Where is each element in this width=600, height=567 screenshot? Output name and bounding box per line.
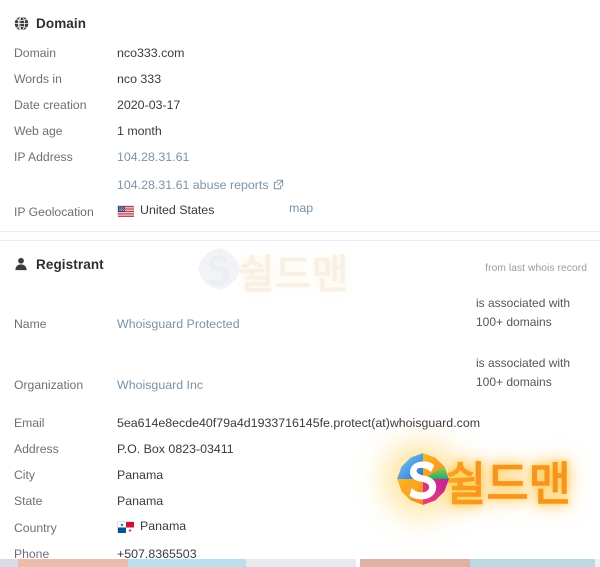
external-link-icon[interactable] [273,179,284,193]
row-value-email: 5ea614e8ecde40f79a4d1933716145fe.protect… [117,416,481,430]
row-value-abuse-reports: 104.28.31.61 abuse reports [117,174,284,193]
domain-card-title: Domain [36,16,87,31]
row-value-geolocation: United States [117,201,214,217]
row-label: Organization [14,378,84,392]
whois-report-page: Domain Domain nco333.com Words in nco 33… [0,0,600,567]
abuse-reports-row: 104.28.31.61 abuse reports [0,174,600,197]
table-row: Organization Whoisguard Inc [0,374,600,412]
domain-rows: Domain nco333.com Words in nco 333 Date … [0,42,600,227]
table-row: Date creation 2020-03-17 [0,94,600,120]
registrant-name-link[interactable]: Whoisguard Protected [117,317,240,331]
user-icon [14,257,29,272]
table-row: State Panama [0,490,600,516]
row-label: IP Address [14,150,73,164]
strip-segment [18,559,128,567]
registrant-organization-link[interactable]: Whoisguard Inc [117,378,203,392]
row-value-web-age: 1 month [117,124,162,138]
strip-segment [360,559,470,567]
table-row: Web age 1 month [0,120,600,146]
strip-segment [0,559,18,567]
country-name: Panama [140,519,187,533]
row-label: Address [14,442,59,456]
row-value-domain: nco333.com [117,46,185,60]
table-row: Name Whoisguard Protected [0,313,600,374]
row-label: Date creation [14,98,87,112]
row-value-name: Whoisguard Protected [117,313,240,331]
registrant-card-title: Registrant [36,257,104,272]
bottom-color-strip [0,559,600,567]
map-link[interactable]: map [289,201,313,215]
panama-flag-icon [117,520,134,533]
row-value-city: Panama [117,468,164,482]
strip-segment [128,559,246,567]
table-row: City Panama [0,464,600,490]
row-label: Email [14,416,45,430]
ip-geolocation-row: IP Geolocation United States map [0,201,600,227]
table-row: Address P.O. Box 0823-03411 [0,438,600,464]
globe-icon [14,16,29,31]
registrant-card: Registrant from last whois record is ass… [0,240,600,567]
ip-address-link[interactable]: 104.28.31.61 [117,150,189,164]
row-value-words-in: nco 333 [117,72,162,86]
row-label: IP Geolocation [14,205,94,219]
table-row: IP Address 104.28.31.61 [0,146,600,172]
row-label: Name [14,317,47,331]
row-label: Domain [14,46,56,60]
row-value-state: Panama [117,494,164,508]
geolocation-country: United States [140,203,215,217]
strip-segment [595,559,600,567]
domain-card-header: Domain [0,0,600,34]
row-label-spacer [14,174,117,178]
strip-segment [470,559,595,567]
row-label: State [14,494,43,508]
table-row: Words in nco 333 [0,68,600,94]
registrant-rows: Name Whoisguard Protected Organization W… [0,313,600,567]
row-label: Words in [14,72,62,86]
domain-card: Domain Domain nco333.com Words in nco 33… [0,0,600,232]
row-value-organization: Whoisguard Inc [117,374,203,392]
table-row: Domain nco333.com [0,42,600,68]
strip-segment [246,559,356,567]
row-label: Web age [14,124,63,138]
table-row: Email 5ea614e8ecde40f79a4d1933716145fe.p… [0,412,600,438]
abuse-reports-link[interactable]: 104.28.31.61 abuse reports [117,178,269,192]
us-flag-icon [117,204,134,217]
row-value-date-creation: 2020-03-17 [117,98,181,112]
whois-source-note: from last whois record [485,263,587,274]
table-row: Country Panama [0,517,600,543]
row-value-address: P.O. Box 0823-03411 [117,442,234,456]
row-label: City [14,468,35,482]
row-value-country: Panama [117,517,186,533]
row-label: Country [14,521,57,535]
row-value-ip-address: 104.28.31.61 [117,146,189,164]
